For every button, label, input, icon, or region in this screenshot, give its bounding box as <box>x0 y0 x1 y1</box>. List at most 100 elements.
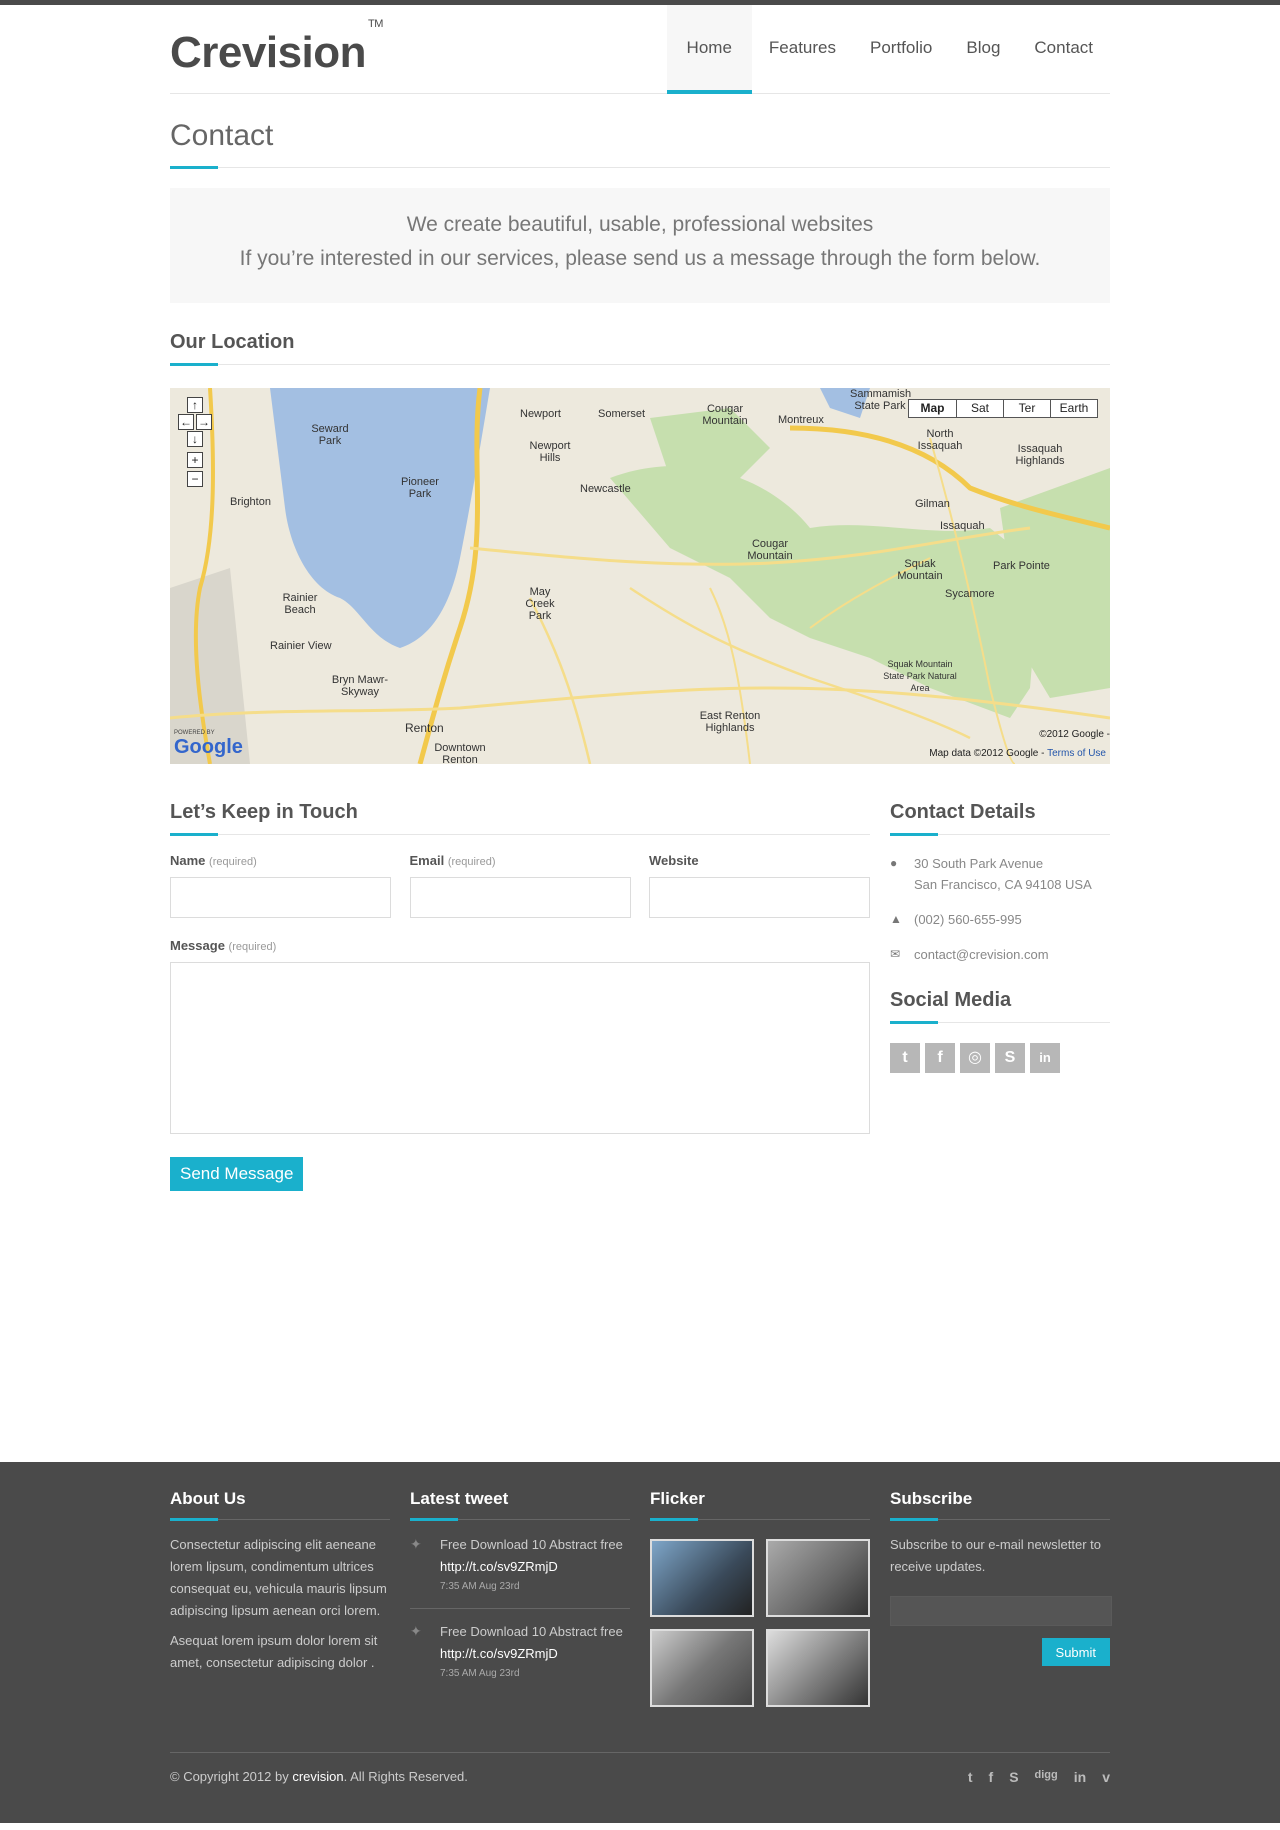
contact-sidebar: Contact Details ● 30 South Park Avenue Sa… <box>890 801 1110 1191</box>
email-text[interactable]: contact@crevision.com <box>914 944 1049 965</box>
map-label: Issaquah Highlands <box>1015 443 1065 467</box>
linkedin-icon[interactable]: in <box>1074 1769 1086 1785</box>
facebook-icon[interactable]: f <box>925 1043 955 1073</box>
map-type-earth[interactable]: Earth <box>1050 400 1097 417</box>
twitter-icon[interactable]: t <box>968 1769 973 1785</box>
map-label: North Issaquah <box>917 428 963 452</box>
address-line-1: 30 South Park Avenue <box>914 856 1044 871</box>
google-logo[interactable]: Google <box>174 736 243 759</box>
footer-bottom: © Copyright 2012 by crevision. All Right… <box>170 1752 1110 1785</box>
flickr-photo[interactable] <box>766 1539 870 1617</box>
nav-portfolio[interactable]: Portfolio <box>853 5 949 94</box>
about-title: About Us <box>170 1489 390 1521</box>
about-text-1: Consectetur adipiscing elit aeneane lore… <box>170 1537 387 1618</box>
intro-line-2: If you’re interested in our services, pl… <box>239 247 1041 270</box>
map-label: Squak Mountain State Park Natural Area <box>883 659 957 693</box>
copyright-brand-link[interactable]: crevision <box>292 1769 343 1784</box>
map-label: May Creek Park <box>525 586 555 622</box>
tweet-title: Latest tweet <box>410 1489 630 1521</box>
vimeo-icon[interactable]: v <box>1102 1769 1110 1785</box>
email: ✉ contact@crevision.com <box>890 944 1110 965</box>
copyright: © Copyright 2012 by crevision. All Right… <box>170 1769 468 1785</box>
flickr-photo[interactable] <box>650 1629 754 1707</box>
nav-features[interactable]: Features <box>752 5 853 94</box>
map-label: Cougar Mountain <box>747 538 793 562</box>
send-message-button[interactable]: Send Message <box>170 1157 304 1191</box>
map-label: Newcastle <box>580 483 631 495</box>
address: ● 30 South Park Avenue San Francisco, CA … <box>890 853 1110 895</box>
message-label: Message (required) <box>170 938 870 953</box>
map-data-text: Map data ©2012 Google - <box>929 748 1045 759</box>
intro-line-1: We create beautiful, usable, professiona… <box>406 213 874 236</box>
name-label: Name (required) <box>170 853 391 868</box>
tweet-column: Latest tweet ✦ Free Download 10 Abstract… <box>410 1489 630 1707</box>
logo[interactable]: CrevisionTM <box>170 18 383 78</box>
email-label-text: Email <box>409 853 445 868</box>
footer-social-icons: t f S digg in v <box>968 1769 1110 1785</box>
pan-right-icon[interactable]: → <box>196 414 212 430</box>
map-type-ter[interactable]: Ter <box>1003 400 1050 417</box>
map-label: Pioneer Park <box>401 476 439 500</box>
nav-contact[interactable]: Contact <box>1017 5 1110 94</box>
copyright-suffix: . All Rights Reserved. <box>343 1769 468 1784</box>
tweet-link[interactable]: http://t.co/sv9ZRmjD <box>440 1556 623 1578</box>
website-field-group: Website <box>649 853 870 918</box>
skype-icon[interactable]: S <box>995 1043 1025 1073</box>
site-header: CrevisionTM Home Features Portfolio Blog… <box>170 5 1110 94</box>
map-label: Seward Park <box>311 423 349 447</box>
required-note: (required) <box>228 941 277 953</box>
name-input[interactable] <box>170 877 391 918</box>
map-label: Bryn Mawr-Skyway <box>331 674 389 698</box>
map-data-credit: Map data ©2012 Google - Terms of Use <box>929 748 1106 759</box>
website-input[interactable] <box>649 877 870 918</box>
map-label: Park Pointe <box>993 560 1050 572</box>
form-fields: Name (required) Email (required) Website <box>170 853 870 918</box>
subscribe-column: Subscribe Subscribe to our e-mail newsle… <box>890 1489 1112 1707</box>
tweet-item: ✦ Free Download 10 Abstract free http://… <box>410 1534 630 1606</box>
location-pin-icon: ● <box>890 856 898 870</box>
required-note: (required) <box>447 856 496 868</box>
map-label: Rainier View <box>270 640 332 652</box>
email-field-group: Email (required) <box>409 853 631 918</box>
email-label: Email (required) <box>410 853 631 868</box>
map-label: Downtown Renton <box>434 742 486 764</box>
subscribe-email-input[interactable] <box>890 1596 1112 1626</box>
pan-down-icon[interactable]: ↓ <box>187 431 203 447</box>
skype-icon[interactable]: S <box>1009 1769 1018 1785</box>
facebook-icon[interactable]: f <box>989 1769 994 1785</box>
dribbble-icon[interactable]: ◎ <box>960 1043 990 1073</box>
message-label-text: Message <box>170 938 225 953</box>
map-type-selector: Map Sat Ter Earth <box>908 399 1098 418</box>
about-column: About Us Consectetur adipiscing elit aen… <box>170 1489 390 1707</box>
social-media-title: Social Media <box>890 989 1110 1024</box>
zoom-out-icon[interactable]: − <box>187 471 203 487</box>
main-nav: Home Features Portfolio Blog Contact <box>666 5 1110 94</box>
map-type-map[interactable]: Map <box>909 400 956 417</box>
intro-box: We create beautiful, usable, professiona… <box>170 188 1110 303</box>
subscribe-submit-button[interactable]: Submit <box>1041 1638 1110 1666</box>
twitter-icon[interactable]: t <box>890 1043 920 1073</box>
terms-link[interactable]: Terms of Use <box>1047 748 1106 759</box>
linkedin-icon[interactable]: in <box>1030 1043 1060 1073</box>
nav-home[interactable]: Home <box>666 5 752 94</box>
map[interactable]: Map Sat Ter Earth ↑ ← → ↓ + − Seward Par… <box>170 388 1110 764</box>
message-textarea[interactable] <box>170 962 870 1134</box>
map-copyright: ©2012 Google - <box>1039 729 1110 740</box>
subscribe-text: Subscribe to our e-mail newsletter to re… <box>890 1537 1101 1574</box>
map-label: Renton <box>405 721 444 735</box>
pan-up-icon[interactable]: ↑ <box>187 397 203 413</box>
person-icon: ▲ <box>890 912 902 926</box>
contact-form: Let’s Keep in Touch Name (required) Emai… <box>170 801 870 1191</box>
zoom-in-icon[interactable]: + <box>187 452 203 468</box>
nav-blog[interactable]: Blog <box>949 5 1017 94</box>
tweet-text: Free Download 10 Abstract free <box>440 1537 623 1552</box>
tweet-link[interactable]: http://t.co/sv9ZRmjD <box>440 1643 623 1665</box>
pan-left-icon[interactable]: ← <box>178 414 194 430</box>
address-text: 30 South Park Avenue San Francisco, CA 94… <box>914 853 1092 895</box>
flickr-photo[interactable] <box>766 1629 870 1707</box>
flickr-photo[interactable] <box>650 1539 754 1617</box>
map-type-sat[interactable]: Sat <box>956 400 1003 417</box>
map-label: Montreux <box>778 414 824 426</box>
email-input[interactable] <box>409 877 631 918</box>
digg-icon[interactable]: digg <box>1035 1769 1058 1785</box>
